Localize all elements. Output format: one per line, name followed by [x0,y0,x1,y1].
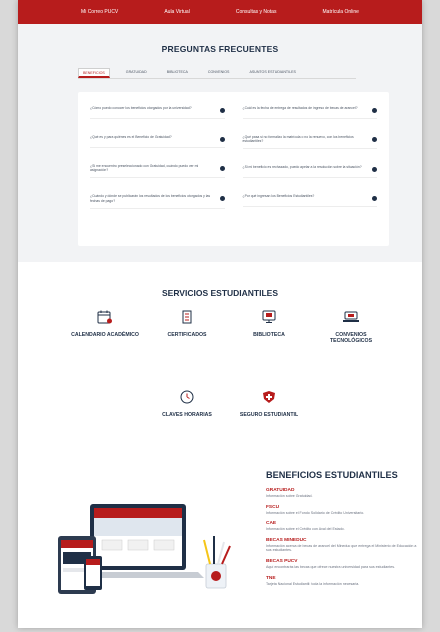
benefit-description: Tarjeta Nacional Estudiantil: toda la in… [266,581,360,586]
tab-beneficios[interactable]: BENEFICIOS [78,68,110,78]
service-convenios[interactable]: CONVENIOS TECNOLÓGICOS [314,310,388,344]
faq-question: ¿Cuál es la fecha de entrega de resultad… [242,106,358,110]
faq-question: ¿Si mi beneficio es rechazado, puedo ape… [242,165,362,170]
faq-item[interactable]: ¿Cuándo y dónde se publicarán los result… [90,194,225,209]
nav-link-matricula-online[interactable]: Matrícula Online [323,9,359,15]
clock-icon [180,390,194,404]
expand-icon[interactable] [219,108,225,113]
faq-item[interactable]: ¿Cómo puedo conocer los beneficios otorg… [90,106,225,119]
benefits-section: BENEFICIOS ESTUDIANTILES GRATUIDAD Infor… [266,470,422,592]
faq-item[interactable]: ¿Qué es y para quiénes es el Beneficio d… [90,135,225,148]
faq-item[interactable]: ¿Qué pasa si no formalizo la matrícula o… [242,135,377,150]
services-grid: CALENDARIO ACADÉMICO CERTIFICADOS BIBLIO… [18,310,422,440]
benefit-item[interactable]: BECAS PUCV Aquí encontrarás las becas qu… [266,559,422,570]
faq-item[interactable]: ¿Por qué ingresan los Beneficios Estudia… [242,194,377,208]
expand-icon[interactable] [219,196,225,202]
faq-column-left: ¿Cómo puedo conocer los beneficios otorg… [90,106,225,246]
expand-icon[interactable] [219,166,225,171]
benefit-description: Información sobre el Crédito con Aval de… [266,527,345,532]
benefit-item[interactable]: FSCU Información sobre el Fondo Solidari… [266,505,422,516]
service-label: CONVENIOS TECNOLÓGICOS [329,332,373,344]
tab-convenios[interactable]: CONVENIOS [204,68,234,78]
expand-icon[interactable] [372,196,377,202]
calendar-icon [97,310,112,324]
benefit-description: Información sobre Gratuidad. [266,494,313,498]
tab-gratuidad[interactable]: GRATUIDAD [122,68,151,78]
service-label: CERTIFICADOS [167,332,207,338]
benefit-item[interactable]: TNE Tarjeta Nacional Estudiantil: toda l… [266,576,422,587]
faq-question: ¿Por qué ingresan los Beneficios Estudia… [242,194,315,199]
faq-item[interactable]: ¿Si me encuentro preseleccionado con Gra… [90,164,225,179]
faq-question: ¿Qué es y para quiénes es el Beneficio d… [90,135,172,139]
service-label: CALENDARIO ACADÉMICO [71,332,139,338]
expand-icon[interactable] [372,167,377,173]
services-title: SERVICIOS ESTUDIANTILES [161,288,279,298]
faq-item[interactable]: ¿Cuál es la fecha de entrega de resultad… [242,106,377,119]
expand-icon[interactable] [219,137,225,142]
service-certificados[interactable]: CERTIFICADOS [150,310,224,338]
benefit-item[interactable]: GRATUIDAD Información sobre Gratuidad. [266,488,422,499]
benefit-description: Aquí encontrarás las becas que ofrece nu… [266,564,396,569]
devices-illustration [58,504,231,594]
benefit-description: Información acerca de becas de arancel d… [266,543,417,553]
faq-column-right: ¿Cuál es la fecha de entrega de resultad… [242,106,377,246]
monitor-icon [262,310,276,323]
expand-icon[interactable] [372,137,377,142]
service-label: BIBLIOTECA [253,332,285,338]
faq-tabs: BENEFICIOS GRATUIDAD BIBLIOTECA CONVENIO… [78,68,356,79]
tab-asuntos-estudiantiles[interactable]: ASUNTOS ESTUDIANTILES [245,68,299,78]
benefits-title: BENEFICIOS ESTUDIANTILES [266,470,398,480]
document-icon [182,310,192,324]
top-nav-bar: Mi Correo PUCV Aula Virtual Consultas y … [18,0,422,24]
expand-icon[interactable] [372,108,377,113]
faq-question: ¿Cuándo y dónde se publicarán los result… [90,194,211,203]
benefit-item[interactable]: BECAS MINEDUC Información acerca de beca… [266,538,422,553]
medical-shield-icon [263,391,275,403]
service-calendario[interactable]: CALENDARIO ACADÉMICO [68,310,142,338]
service-label: SEGURO ESTUDIANTIL [239,412,299,418]
nav-link-consultas-notas[interactable]: Consultas y Notas [236,9,277,15]
service-label: CLAVES HORARIAS [162,412,212,418]
benefit-item[interactable]: CAE Información sobre el Crédito con Ava… [266,521,422,532]
faq-panel: ¿Cómo puedo conocer los beneficios otorg… [78,92,389,246]
faq-question: ¿Si me encuentro preseleccionado con Gra… [90,164,199,173]
service-claves-horarias[interactable]: CLAVES HORARIAS [150,390,224,418]
page: Mi Correo PUCV Aula Virtual Consultas y … [18,0,422,628]
laptop-icon [343,311,359,322]
faq-question: ¿Qué pasa si no formalizo la matrícula o… [242,135,354,144]
nav-link-aula-virtual[interactable]: Aula Virtual [164,9,189,15]
tab-biblioteca[interactable]: BIBLIOTECA [163,68,192,78]
benefit-description: Información sobre el Fondo Solidario de … [266,510,365,515]
services-section: SERVICIOS ESTUDIANTILES [18,262,422,298]
faq-question: ¿Cómo puedo conocer los beneficios otorg… [90,106,192,110]
nav-link-mi-correo[interactable]: Mi Correo PUCV [81,9,118,15]
faq-title: PREGUNTAS FRECUENTES [161,44,279,54]
faq-item[interactable]: ¿Si mi beneficio es rechazado, puedo ape… [242,165,377,179]
service-seguro-estudiantil[interactable]: SEGURO ESTUDIANTIL [232,390,306,418]
service-biblioteca[interactable]: BIBLIOTECA [232,310,306,338]
